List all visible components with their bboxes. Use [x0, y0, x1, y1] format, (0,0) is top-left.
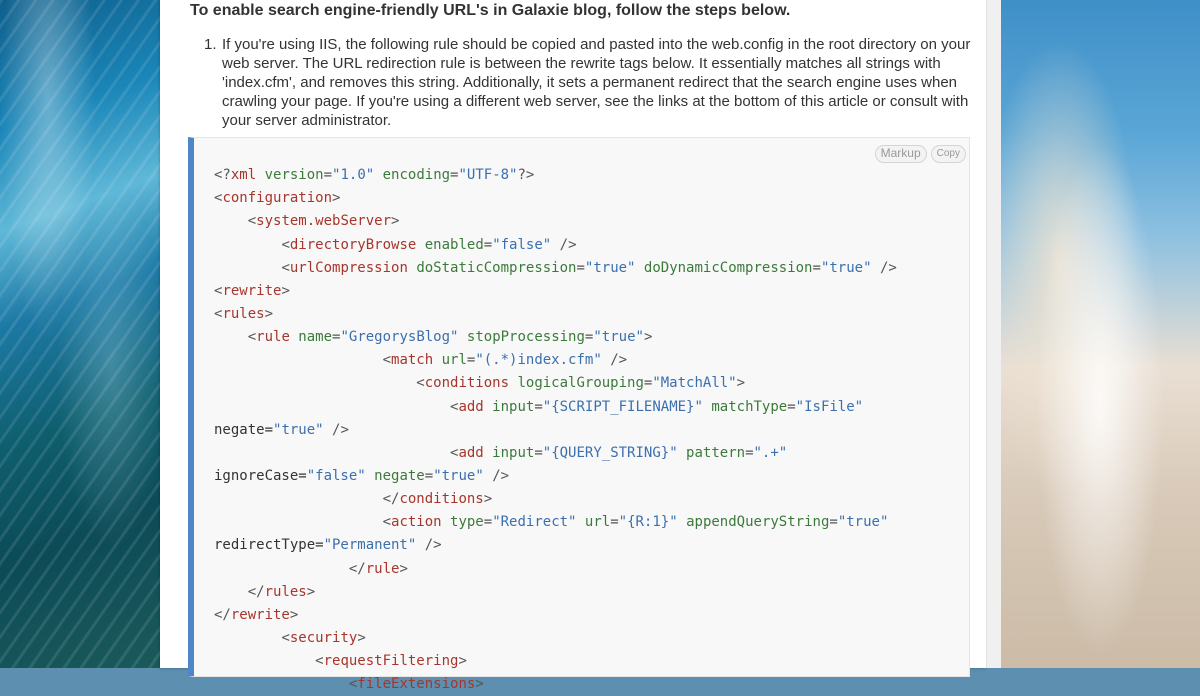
code-line: </rewrite>	[214, 606, 299, 623]
background-image-right	[1000, 0, 1200, 668]
code-line: </conditions>	[382, 491, 493, 508]
code-line: <fileExtensions>	[348, 676, 484, 693]
code-line: <rule name="GregorysBlog" stopProcessing…	[247, 329, 653, 346]
code-line: <urlCompression doStaticCompression="tru…	[281, 259, 897, 276]
code-line: <conditions logicalGrouping="MatchAll">	[416, 375, 746, 392]
list-item: 1. If you're using IIS, the following ru…	[204, 35, 974, 130]
code-line: redirectType="Permanent" />	[214, 537, 442, 554]
code-line: <add input="{SCRIPT_FILENAME}" matchType…	[450, 398, 864, 415]
code-line: <rules>	[214, 305, 274, 322]
copy-button[interactable]: Copy	[930, 145, 966, 163]
page-scroll-gutter	[986, 0, 1001, 668]
article-page: To enable search engine-friendly URL's i…	[160, 0, 986, 692]
code-line: </rule>	[348, 560, 408, 577]
code-line: <match url="(.*)index.cfm" />	[382, 352, 628, 369]
code-line: <security>	[281, 629, 366, 646]
code-line: </rules>	[247, 583, 316, 600]
step-text: If you're using IIS, the following rule …	[222, 36, 971, 129]
code-line: <?xml version="1.0" encoding="UTF-8"?>	[214, 167, 535, 184]
code-line: <rewrite>	[214, 282, 290, 299]
code-line: <requestFiltering>	[315, 653, 467, 670]
code-line: <configuration>	[214, 190, 341, 207]
code-line: <action type="Redirect" url="{R:1}" appe…	[382, 514, 889, 531]
code-line: <system.webServer>	[247, 213, 400, 230]
code-line: <add input="{QUERY_STRING}" pattern=".+"	[450, 444, 788, 461]
code-content: <?xml version="1.0" encoding="UTF-8"?> <c…	[214, 141, 897, 696]
background-image-left	[0, 0, 160, 668]
code-line: negate="true" />	[214, 421, 349, 438]
article-heading: To enable search engine-friendly URL's i…	[190, 2, 791, 19]
step-list: 1. If you're using IIS, the following ru…	[204, 35, 974, 130]
code-line: ignoreCase="false" negate="true" />	[214, 467, 510, 484]
step-number: 1.	[204, 36, 217, 53]
code-line: <directoryBrowse enabled="false" />	[281, 236, 577, 253]
code-block: Markup Copy <?xml version="1.0" encoding…	[188, 137, 970, 692]
